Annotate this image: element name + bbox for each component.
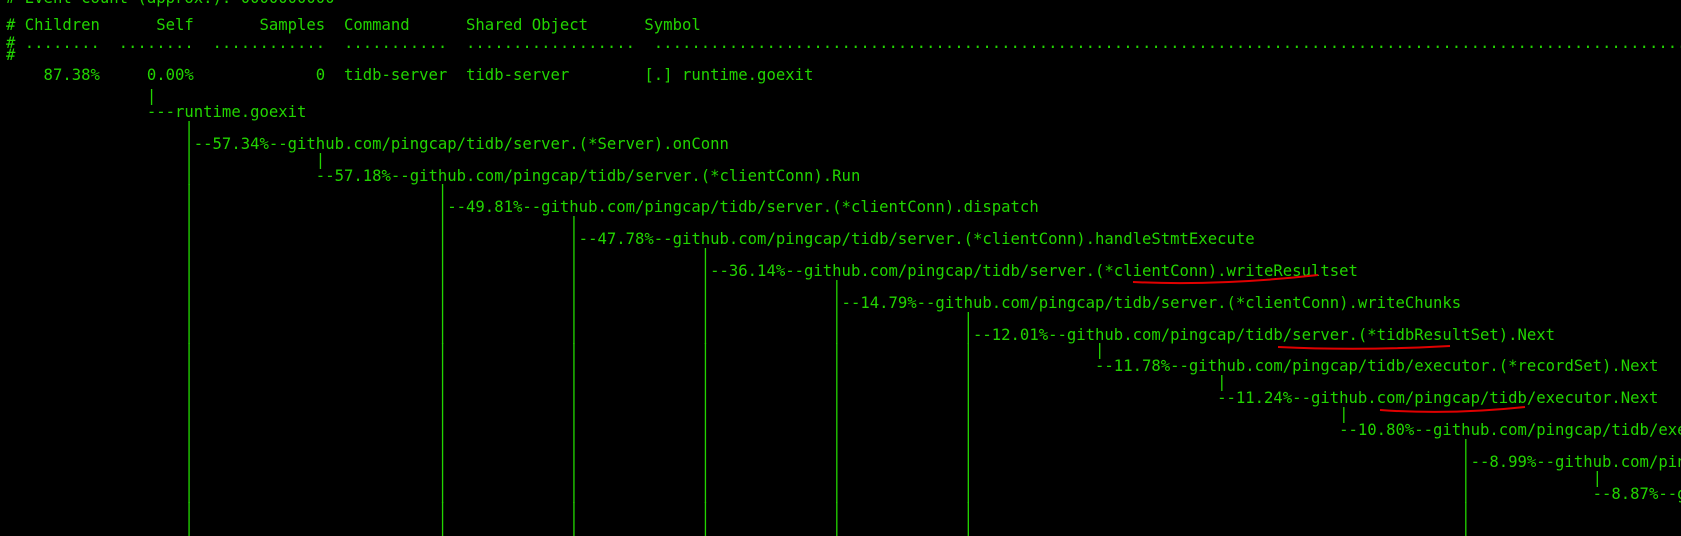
callgraph-line: | | | | | | | |: [6, 531, 1681, 536]
header-cut-line: # Event count (approx.): 0000000000: [6, 0, 335, 8]
header-columns: # Children Self Samples Command Shared O…: [6, 16, 701, 34]
underline-tidbresultset-next: [1277, 345, 1451, 350]
sample-row: 87.38% 0.00% 0 tidb-server tidb-server […: [6, 66, 814, 84]
header-hash: #: [6, 46, 16, 64]
header-dashes: # ........ ........ ............ .......…: [6, 34, 1681, 52]
terminal-window: # Event count (approx.): 0000000000 # Ch…: [0, 0, 1681, 536]
